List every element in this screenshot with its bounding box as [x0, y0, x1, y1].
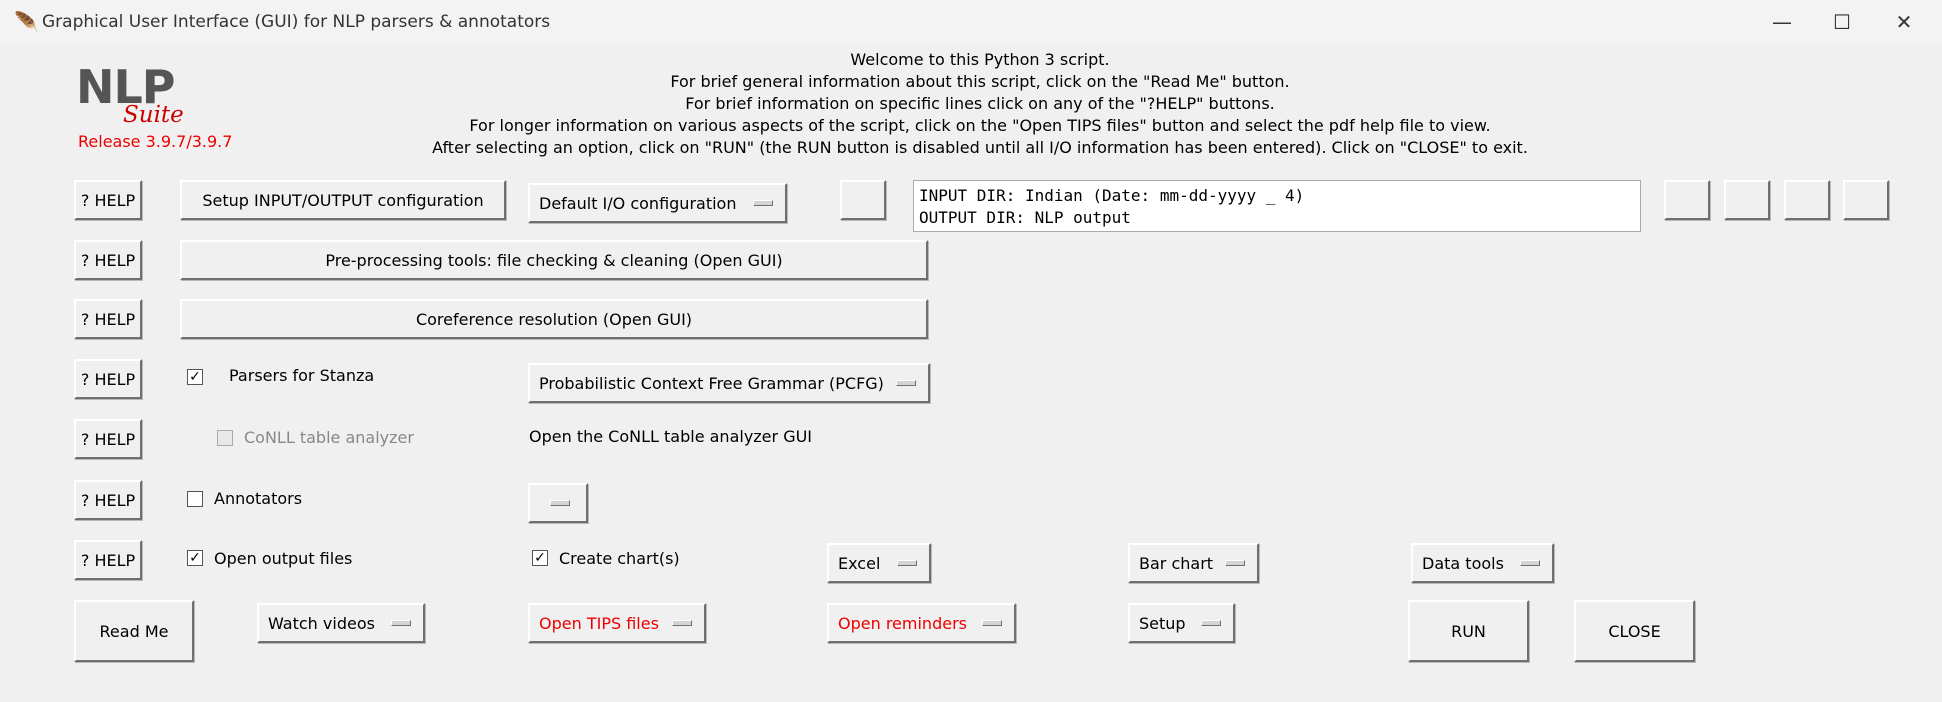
menu-indicator-icon [896, 380, 916, 386]
output-dir-text: OUTPUT DIR: NLP output [919, 208, 1131, 227]
setup-io-button[interactable]: Setup INPUT/OUTPUT configuration [180, 180, 506, 220]
help-button-output[interactable]: ? HELP [74, 540, 142, 580]
open-tips-menu[interactable]: Open TIPS files [528, 603, 706, 643]
logo-suite: Suite [123, 102, 184, 128]
annotators-label: Annotators [214, 489, 303, 508]
io-config-menu[interactable]: Default I/O configuration [528, 183, 787, 223]
setup-menu-label: Setup [1139, 613, 1186, 633]
parsers-checkbox[interactable]: ✓ [187, 369, 203, 385]
menu-indicator-icon [1520, 560, 1540, 566]
excel-menu[interactable]: Excel [827, 543, 931, 583]
welcome-line: For brief general information about this… [670, 72, 1290, 91]
conll-checkbox[interactable] [217, 430, 233, 446]
chart-type-menu[interactable]: Bar chart [1128, 543, 1259, 583]
conll-label: CoNLL table analyzer [244, 428, 414, 447]
watch-videos-menu-label: Watch videos [268, 613, 375, 633]
menu-indicator-icon [391, 620, 411, 626]
welcome-line: Welcome to this Python 3 script. [850, 50, 1110, 69]
close-button[interactable]: CLOSE [1574, 600, 1695, 662]
blank-button-5[interactable] [1843, 180, 1889, 220]
blank-button-4[interactable] [1784, 180, 1830, 220]
open-output-files-label: Open output files [214, 549, 353, 568]
io-config-menu-label: Default I/O configuration [539, 193, 737, 213]
help-button-coreference[interactable]: ? HELP [74, 299, 142, 339]
menu-indicator-icon [1225, 560, 1245, 566]
help-button-io[interactable]: ? HELP [74, 180, 142, 220]
annotators-checkbox[interactable] [187, 491, 203, 507]
maximize-button[interactable]: ☐ [1812, 0, 1872, 44]
feather-app-icon: 🪶 [14, 10, 39, 34]
data-tools-menu[interactable]: Data tools [1411, 543, 1554, 583]
menu-indicator-icon [897, 560, 917, 566]
help-button-parsers[interactable]: ? HELP [74, 359, 142, 399]
help-button-annotators[interactable]: ? HELP [74, 480, 142, 520]
welcome-line: For longer information on various aspect… [469, 116, 1491, 135]
coreference-button[interactable]: Coreference resolution (Open GUI) [180, 299, 928, 339]
setup-menu[interactable]: Setup [1128, 603, 1235, 643]
chart-type-menu-label: Bar chart [1139, 553, 1214, 573]
welcome-line: For brief information on specific lines … [685, 94, 1275, 113]
welcome-text: Welcome to this Python 3 script. For bri… [380, 49, 1580, 159]
open-reminders-menu-label: Open reminders [838, 613, 967, 633]
open-tips-menu-label: Open TIPS files [539, 613, 659, 633]
open-reminders-menu[interactable]: Open reminders [827, 603, 1016, 643]
io-info-textbox[interactable]: INPUT DIR: Indian (Date: mm-dd-yyyy _ 4)… [913, 180, 1641, 232]
release-label: Release 3.9.7/3.9.7 [78, 132, 233, 151]
data-tools-menu-label: Data tools [1422, 553, 1504, 573]
menu-indicator-icon [982, 620, 1002, 626]
menu-indicator-icon [672, 620, 692, 626]
blank-button-1[interactable] [840, 180, 886, 220]
conll-info-text: Open the CoNLL table analyzer GUI [529, 427, 813, 446]
menu-indicator-icon [550, 500, 570, 506]
title-bar: 🪶 Graphical User Interface (GUI) for NLP… [0, 0, 1942, 44]
excel-menu-label: Excel [838, 553, 881, 573]
create-charts-checkbox[interactable]: ✓ [532, 550, 548, 566]
preprocessing-button[interactable]: Pre-processing tools: file checking & cl… [180, 240, 928, 280]
close-window-button[interactable]: ✕ [1874, 0, 1934, 44]
watch-videos-menu[interactable]: Watch videos [257, 603, 425, 643]
blank-button-3[interactable] [1724, 180, 1770, 220]
menu-indicator-icon [1201, 620, 1221, 626]
menu-indicator-icon [753, 200, 773, 206]
help-button-preprocessing[interactable]: ? HELP [74, 240, 142, 280]
create-charts-label: Create chart(s) [559, 549, 680, 568]
parser-type-menu-label: Probabilistic Context Free Grammar (PCFG… [539, 373, 884, 393]
parser-type-menu[interactable]: Probabilistic Context Free Grammar (PCFG… [528, 363, 930, 403]
parsers-label: Parsers for Stanza [229, 366, 375, 385]
help-button-conll[interactable]: ? HELP [74, 419, 142, 459]
annotators-menu[interactable] [528, 483, 588, 523]
blank-button-2[interactable] [1664, 180, 1710, 220]
welcome-line: After selecting an option, click on "RUN… [432, 138, 1528, 157]
input-dir-text: INPUT DIR: Indian (Date: mm-dd-yyyy _ 4) [919, 186, 1305, 205]
window-title: Graphical User Interface (GUI) for NLP p… [42, 12, 551, 32]
read-me-button[interactable]: Read Me [74, 600, 194, 662]
minimize-button[interactable]: — [1752, 0, 1812, 44]
open-output-files-checkbox[interactable]: ✓ [187, 550, 203, 566]
run-button[interactable]: RUN [1408, 600, 1529, 662]
